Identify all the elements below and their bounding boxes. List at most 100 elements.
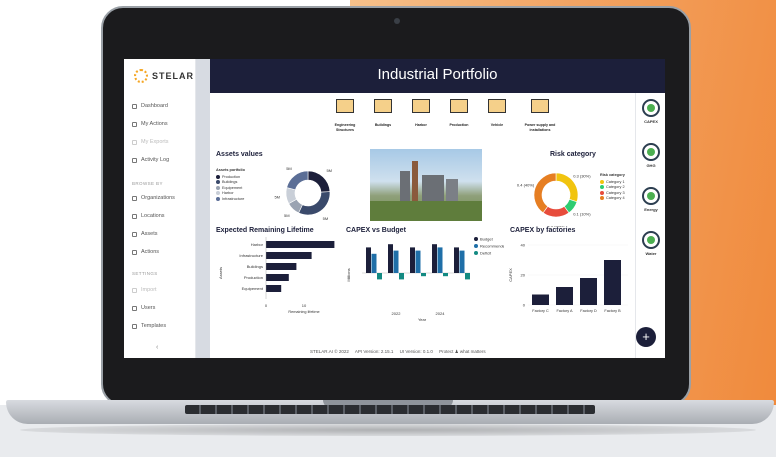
category-vehicle[interactable]: Vehicle bbox=[482, 99, 512, 128]
water-icon bbox=[642, 231, 660, 249]
lifetime-title: Expected Remaining Lifetime bbox=[216, 227, 314, 234]
y-axis-label: Millions bbox=[346, 268, 351, 281]
sidebar-item-users[interactable]: Users bbox=[132, 305, 155, 311]
legend-swatch bbox=[474, 251, 478, 255]
factory-icon bbox=[450, 99, 468, 113]
browse-heading: BROWSE BY bbox=[132, 181, 163, 186]
water-tool[interactable]: Water bbox=[639, 231, 663, 256]
lifetime-bar bbox=[266, 274, 289, 281]
legend-swatch bbox=[600, 196, 604, 201]
capex-bar bbox=[437, 247, 443, 273]
app-footer: STELAR.AI © 2022 API Version: 2.15.1 UI … bbox=[210, 347, 665, 358]
energy-tool[interactable]: Energy bbox=[639, 187, 663, 212]
bridge-icon bbox=[336, 99, 354, 113]
sidebar-item-actions[interactable]: Actions bbox=[132, 249, 159, 255]
risk-category-title: Risk category bbox=[550, 151, 596, 158]
capex-bar bbox=[393, 250, 399, 273]
sidebar-item-templates[interactable]: Templates bbox=[132, 323, 166, 329]
capex-icon bbox=[642, 99, 660, 117]
legend-swatch bbox=[600, 190, 604, 195]
sidebar-item-my-exports[interactable]: My Exports bbox=[132, 139, 169, 145]
legend-swatch bbox=[474, 237, 478, 241]
app-logo[interactable]: STELAR bbox=[134, 69, 194, 83]
page-header: Industrial Portfolio bbox=[210, 59, 665, 93]
collapse-sidebar-button[interactable]: ‹ bbox=[156, 344, 158, 351]
import-icon bbox=[132, 287, 137, 293]
app-screen: STELAR Dashboard My Actions My Exports A… bbox=[124, 59, 665, 358]
category-label: Buildings bbox=[374, 123, 392, 127]
capex-bar bbox=[388, 244, 393, 273]
capex-bar bbox=[454, 247, 459, 273]
sidebar-item-locations[interactable]: Locations bbox=[132, 213, 165, 219]
sidebar-item-label: Users bbox=[141, 305, 156, 311]
legend-swatch bbox=[216, 196, 220, 201]
x-axis-label: Remaining lifetime bbox=[288, 310, 319, 314]
capex-bar bbox=[415, 250, 421, 273]
category-engineering-structures[interactable]: Engineering Structures bbox=[330, 99, 360, 132]
keyboard-edge bbox=[185, 405, 595, 414]
capex-factories-chart: 40 20 0 Factory C Factory A Factory D Factory … bbox=[508, 243, 628, 313]
category-row: Engineering Structures Buildings Harbor … bbox=[330, 99, 560, 143]
legend-label: Deficit bbox=[480, 251, 492, 256]
legend-item: Infrastructure bbox=[216, 196, 244, 202]
water-label: Water bbox=[645, 251, 657, 256]
legend-label: Infrastructure bbox=[222, 196, 245, 201]
sidebar-item-assets[interactable]: Assets bbox=[132, 231, 158, 237]
legend-swatch bbox=[600, 179, 604, 184]
legend-swatch bbox=[216, 191, 220, 196]
industrial-site-photo bbox=[370, 149, 482, 221]
sidebar-item-label: Dashboard bbox=[141, 103, 168, 109]
brand-name: STELAR bbox=[152, 71, 194, 81]
legend-label: Category 3 bbox=[606, 190, 625, 195]
energy-label: Energy bbox=[644, 207, 658, 212]
category-power-supply[interactable]: Power supply and installations bbox=[520, 99, 560, 132]
pin-icon bbox=[132, 213, 137, 219]
capex-factories-title: CAPEX by factories bbox=[510, 227, 576, 234]
sidebar-item-import[interactable]: Import bbox=[132, 287, 157, 293]
energy-icon bbox=[642, 187, 660, 205]
category-production[interactable]: Production bbox=[444, 99, 474, 128]
assets-legend-title: Assets portfolio bbox=[216, 168, 245, 172]
sidebar-item-label: Import bbox=[141, 287, 157, 293]
sidebar-item-label: Locations bbox=[141, 213, 165, 219]
slice-label: 0.4 (40%) bbox=[517, 183, 535, 188]
ghg-tool[interactable]: GHG bbox=[639, 143, 663, 168]
donut-slice bbox=[298, 191, 331, 216]
x-tick-label: 2022 bbox=[392, 311, 402, 316]
legend-label: Category 1 bbox=[606, 179, 625, 184]
capex-budget-chart: 2022 2024 Year Millions Budget Recommended Def… bbox=[346, 237, 504, 323]
power-plant-icon bbox=[531, 99, 549, 113]
asset-icon bbox=[132, 231, 137, 237]
sidebar-item-label: Organizations bbox=[141, 195, 175, 201]
sidebar-item-dashboard[interactable]: Dashboard bbox=[132, 103, 168, 109]
ghg-label: GHG bbox=[646, 163, 656, 168]
legend-label: Recommended bbox=[480, 244, 504, 249]
capex-bar bbox=[421, 273, 426, 277]
lifetime-bar bbox=[266, 241, 335, 248]
legend-label: Equipement bbox=[222, 185, 243, 190]
sidebar-item-label: Actions bbox=[141, 249, 160, 255]
factory-bar bbox=[532, 294, 549, 305]
legend-label: Production bbox=[222, 174, 241, 179]
sidebar-item-organizations[interactable]: Organizations bbox=[132, 195, 175, 201]
add-button[interactable]: + bbox=[636, 327, 656, 347]
sidebar-item-activity-log[interactable]: Activity Log bbox=[132, 157, 169, 163]
axis-tick-label: Production bbox=[244, 275, 263, 280]
legend-item: Category 4 bbox=[600, 196, 625, 202]
lifetime-bar-chart: Harbor Infrastructure Buildings Production E… bbox=[218, 237, 335, 314]
capex-bar bbox=[410, 247, 415, 273]
capex-tool[interactable]: CAPEX bbox=[639, 99, 663, 124]
category-label: Harbor bbox=[415, 123, 427, 127]
capex-bar bbox=[432, 244, 437, 273]
sidebar-item-label: Assets bbox=[141, 231, 158, 237]
slice-label: 0.3 (30%) bbox=[573, 174, 591, 179]
legend-label: Category 2 bbox=[606, 185, 625, 190]
sidebar-divider bbox=[196, 59, 210, 358]
slice-label: 0.1 (10%) bbox=[573, 211, 591, 216]
sidebar-item-my-actions[interactable]: My Actions bbox=[132, 121, 168, 127]
sidebar: STELAR Dashboard My Actions My Exports A… bbox=[124, 59, 196, 358]
category-buildings[interactable]: Buildings bbox=[368, 99, 398, 128]
category-harbor[interactable]: Harbor bbox=[406, 99, 436, 128]
legend-label: Budget bbox=[480, 237, 494, 242]
capex-bar bbox=[443, 273, 448, 277]
